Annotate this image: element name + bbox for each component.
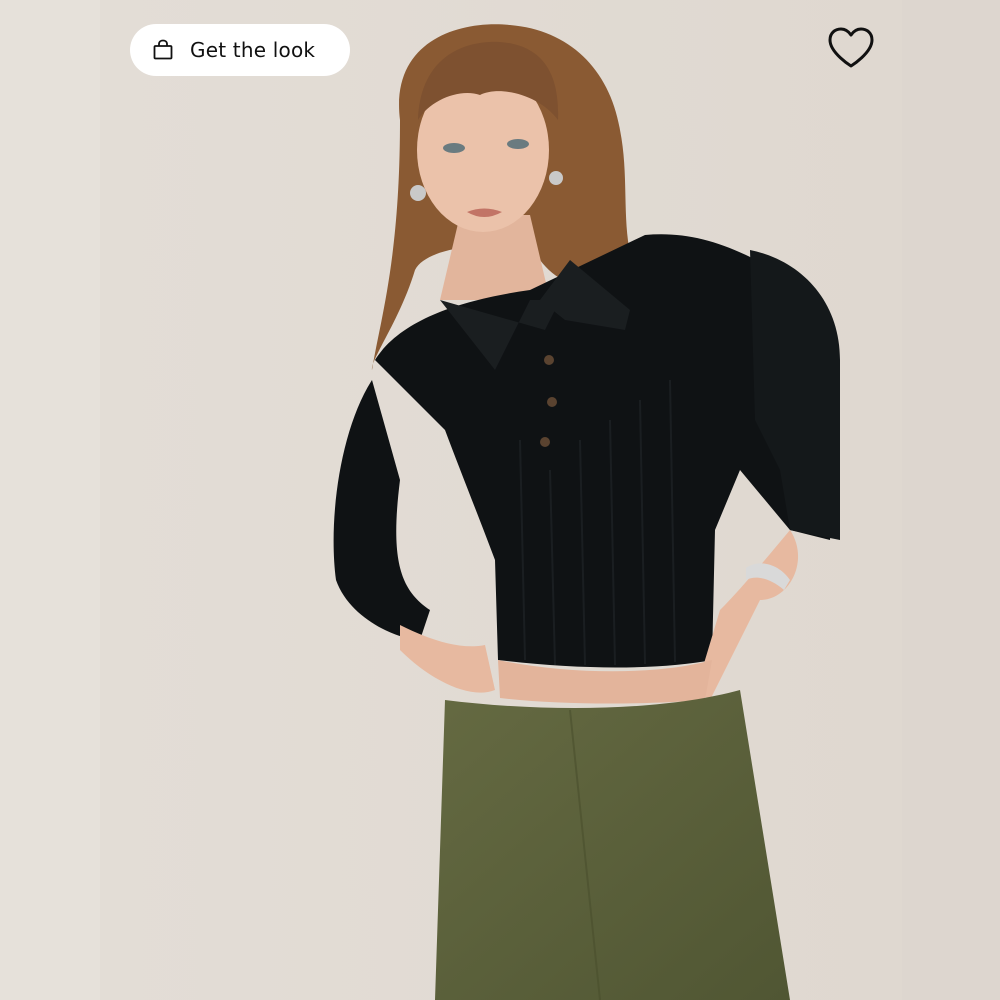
product-photo[interactable]	[100, 0, 902, 1000]
shopping-bag-icon	[152, 39, 174, 61]
left-margin	[0, 0, 100, 1000]
model-illustration	[100, 0, 902, 1000]
get-the-look-button[interactable]: Get the look	[130, 24, 350, 76]
heart-icon	[826, 27, 876, 74]
get-the-look-label: Get the look	[190, 38, 316, 62]
right-margin	[902, 0, 1000, 1000]
skirt	[435, 690, 790, 1000]
favorite-button[interactable]	[826, 26, 876, 70]
